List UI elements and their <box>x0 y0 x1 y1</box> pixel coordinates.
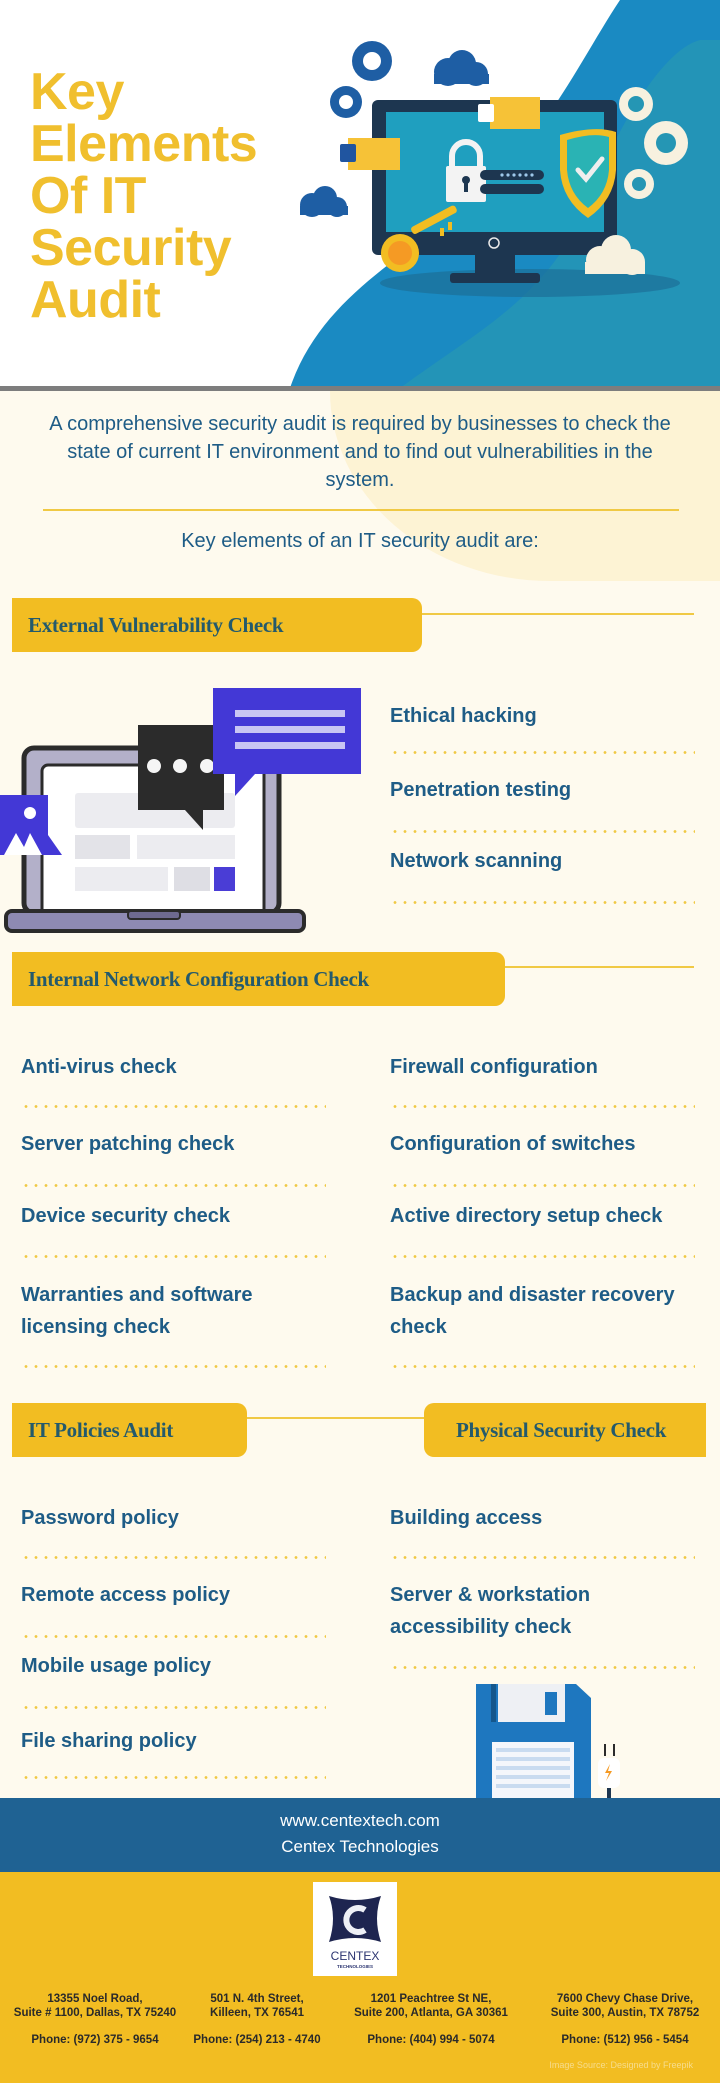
hero-title: Key Elements Of IT Security Audit <box>30 66 320 326</box>
address-line: Suite 200, Atlanta, GA 30361 <box>354 2007 508 2019</box>
company-logo: CENTEX TECHNOLOGIES <box>313 1882 397 1976</box>
dotted-divider <box>390 1365 695 1368</box>
dotted-divider <box>390 1556 695 1559</box>
list-item: Server & workstation accessibility check <box>390 1584 591 1638</box>
laptop-chat-illustration <box>0 688 361 933</box>
section-tag-external: External Vulnerability Check <box>12 598 422 652</box>
dotted-divider <box>390 1255 695 1258</box>
cloud-upload-icon <box>434 50 489 86</box>
section-tag-internal: Internal Network Configuration Check <box>12 952 505 1006</box>
dotted-divider <box>21 1556 326 1559</box>
list-item: Server patching check <box>21 1133 235 1155</box>
dotted-divider <box>21 1635 326 1638</box>
password-field <box>480 170 544 180</box>
section-line <box>505 966 694 968</box>
list-item: Firewall configuration <box>390 1056 598 1078</box>
section-line <box>422 613 694 615</box>
section-tag-policies: IT Policies Audit <box>12 1403 247 1457</box>
hero-title-line: Elements <box>30 115 258 173</box>
intro-divider <box>43 509 679 511</box>
footer-contact-bar: www.centextech.com Centex Technologies <box>0 1798 720 1872</box>
gear-icon <box>644 121 688 165</box>
list-item: File sharing policy <box>21 1730 197 1752</box>
dotted-divider <box>390 1105 695 1108</box>
intro-text: A comprehensive security audit is requir… <box>49 413 671 491</box>
gear-icon <box>352 41 392 81</box>
list-item: Password policy <box>21 1507 179 1529</box>
gear-icon <box>619 87 653 121</box>
dotted-divider <box>390 1184 695 1187</box>
gear-icon <box>330 86 362 118</box>
address-line: 7600 Chevy Chase Drive, <box>556 1993 694 2005</box>
address-line: 1201 Peachtree St NE, <box>370 1993 492 2005</box>
cloud-upload-icon <box>300 186 348 217</box>
hero-title-line: Security <box>30 219 232 277</box>
list-item: Network scanning <box>390 850 563 872</box>
hero-title-line: Key <box>30 63 124 121</box>
office-phone: Phone: (254) 213 - 4740 <box>193 2034 321 2046</box>
power-plug-icon <box>598 1744 620 1798</box>
intro-subheading: Key elements of an IT security audit are… <box>181 530 539 552</box>
list-item: Building access <box>390 1507 543 1529</box>
section-tag-physical: Physical Security Check <box>424 1403 706 1457</box>
section-line <box>247 1417 425 1419</box>
website-link[interactable]: www.centextech.com <box>0 1808 720 1834</box>
computer-security-illustration <box>290 0 720 388</box>
dotted-divider <box>21 1776 326 1779</box>
floppy-disk-illustration <box>476 1684 620 1798</box>
gear-icon <box>624 169 654 199</box>
dotted-divider <box>21 1255 326 1258</box>
list-item: Penetration testing <box>390 779 572 801</box>
dotted-divider <box>21 1706 326 1709</box>
office-address: 7600 Chevy Chase Drive, Suite 300, Austi… <box>535 1992 715 2047</box>
list-item: Configuration of switches <box>390 1133 636 1155</box>
dotted-divider <box>390 901 695 904</box>
message-bubble-icon <box>213 688 361 796</box>
company-name: Centex Technologies <box>281 1837 439 1856</box>
list-item: Warranties and software licensing check <box>21 1284 253 1338</box>
dotted-divider <box>390 1666 695 1669</box>
dotted-divider <box>390 751 695 754</box>
address-line: 501 N. 4th Street, <box>210 1993 304 2005</box>
hero-title-line: Audit <box>30 271 161 329</box>
svg-text:CENTEX: CENTEX <box>331 1949 380 1963</box>
dotted-divider <box>390 830 695 833</box>
hero-title-line: Of IT <box>30 167 146 225</box>
list-item: Mobile usage policy <box>21 1655 212 1677</box>
office-phone: Phone: (972) 375 - 9654 <box>31 2034 159 2046</box>
office-phone: Phone: (512) 956 - 5454 <box>561 2034 689 2046</box>
list-item: Ethical hacking <box>390 705 537 727</box>
monitor-stand <box>450 273 540 283</box>
list-item: Remote access policy <box>21 1584 230 1606</box>
footer-offices: CENTEX TECHNOLOGIES 13355 Noel Road, Sui… <box>0 1872 720 2083</box>
dotted-divider <box>21 1184 326 1187</box>
dotted-divider <box>21 1105 326 1108</box>
office-address: 501 N. 4th Street, Killeen, TX 76541 Pho… <box>167 1992 347 2047</box>
office-phone: Phone: (404) 994 - 5074 <box>367 2034 495 2046</box>
office-address: 13355 Noel Road, Suite # 1100, Dallas, T… <box>5 1992 185 2047</box>
address-line: Killeen, TX 76541 <box>210 2007 304 2019</box>
svg-text:TECHNOLOGIES: TECHNOLOGIES <box>337 1964 373 1969</box>
address-line: 13355 Noel Road, <box>47 1993 143 2005</box>
address-line: Suite 300, Austin, TX 78752 <box>550 2007 700 2019</box>
image-credit: Image Source: Designed by Freepik <box>549 2060 693 2070</box>
address-line: Suite # 1100, Dallas, TX 75240 <box>13 2007 177 2019</box>
list-item: Device security check <box>21 1205 231 1227</box>
list-item: Active directory setup check <box>390 1205 663 1227</box>
list-item: Anti-virus check <box>21 1056 177 1078</box>
list-item: Backup and disaster recovery check <box>390 1284 675 1338</box>
hero-banner: Key Elements Of IT Security Audit <box>0 0 720 388</box>
office-address: 1201 Peachtree St NE, Suite 200, Atlanta… <box>341 1992 521 2047</box>
folder-lock-icon <box>340 138 400 170</box>
centex-logo-icon: CENTEX TECHNOLOGIES <box>329 1896 381 1969</box>
dotted-divider <box>21 1365 326 1368</box>
